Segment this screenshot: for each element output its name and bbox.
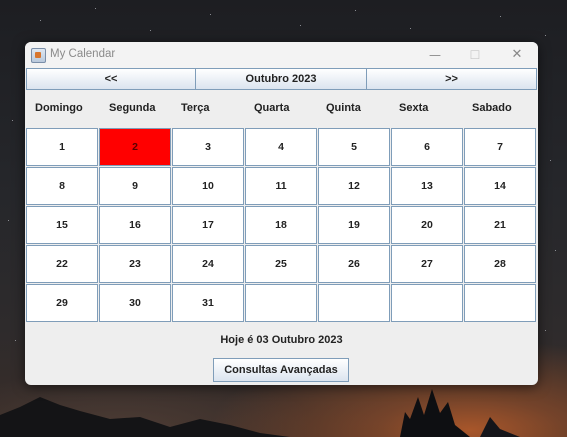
weekday-label-thursday: Quinta: [326, 102, 361, 114]
day-cell-empty[interactable]: [391, 284, 463, 322]
day-cell[interactable]: 15: [26, 206, 98, 244]
calendar-grid: 1 2 3 4 5 6 7 8 9 10 11 12 13 14 15 16 1…: [26, 128, 536, 322]
weekday-label-tuesday: Terça: [181, 102, 210, 114]
day-cell[interactable]: 1: [26, 128, 98, 166]
weekday-label-wednesday: Quarta: [254, 102, 290, 114]
day-cell-empty[interactable]: [245, 284, 317, 322]
day-cell[interactable]: 4: [245, 128, 317, 166]
window-title: My Calendar: [50, 48, 116, 60]
day-cell[interactable]: 16: [99, 206, 171, 244]
title-bar[interactable]: My Calendar — ☐ ✕: [25, 42, 538, 68]
previous-month-button[interactable]: <<: [26, 68, 196, 90]
calendar-window: My Calendar — ☐ ✕ << Outubro 2023 >> Dom…: [25, 42, 538, 385]
java-app-icon: [31, 48, 46, 63]
day-cell[interactable]: 27: [391, 245, 463, 283]
day-cell[interactable]: 7: [464, 128, 536, 166]
day-cell[interactable]: 28: [464, 245, 536, 283]
day-cell[interactable]: 19: [318, 206, 390, 244]
day-cell[interactable]: 12: [318, 167, 390, 205]
day-cell-empty[interactable]: [464, 284, 536, 322]
day-cell[interactable]: 31: [172, 284, 244, 322]
weekday-label-monday: Segunda: [109, 102, 156, 114]
day-cell[interactable]: 30: [99, 284, 171, 322]
month-year-button[interactable]: Outubro 2023: [195, 68, 367, 90]
advanced-queries-button[interactable]: Consultas Avançadas: [213, 358, 349, 382]
day-cell[interactable]: 29: [26, 284, 98, 322]
day-cell[interactable]: 24: [172, 245, 244, 283]
day-cell[interactable]: 21: [464, 206, 536, 244]
day-cell[interactable]: 20: [391, 206, 463, 244]
day-cell[interactable]: 14: [464, 167, 536, 205]
day-cell-highlighted[interactable]: 2: [99, 128, 171, 166]
day-cell[interactable]: 8: [26, 167, 98, 205]
day-cell[interactable]: 6: [391, 128, 463, 166]
maximize-icon[interactable]: ☐: [455, 42, 495, 68]
day-cell[interactable]: 17: [172, 206, 244, 244]
weekday-label-friday: Sexta: [399, 102, 429, 114]
day-cell[interactable]: 26: [318, 245, 390, 283]
next-month-button[interactable]: >>: [366, 68, 537, 90]
day-cell[interactable]: 11: [245, 167, 317, 205]
day-cell[interactable]: 23: [99, 245, 171, 283]
day-cell[interactable]: 25: [245, 245, 317, 283]
day-cell[interactable]: 5: [318, 128, 390, 166]
weekday-label-sunday: Domingo: [35, 102, 83, 114]
day-cell[interactable]: 13: [391, 167, 463, 205]
day-cell[interactable]: 22: [26, 245, 98, 283]
day-cell[interactable]: 9: [99, 167, 171, 205]
day-cell[interactable]: 18: [245, 206, 317, 244]
today-label: Hoje é 03 Outubro 2023: [220, 334, 343, 346]
day-cell-empty[interactable]: [318, 284, 390, 322]
month-navigation: << Outubro 2023 >>: [26, 68, 537, 90]
day-cell[interactable]: 3: [172, 128, 244, 166]
weekday-label-saturday: Sabado: [472, 102, 512, 114]
close-icon[interactable]: ✕: [497, 42, 537, 68]
day-cell[interactable]: 10: [172, 167, 244, 205]
minimize-icon[interactable]: —: [415, 42, 455, 68]
